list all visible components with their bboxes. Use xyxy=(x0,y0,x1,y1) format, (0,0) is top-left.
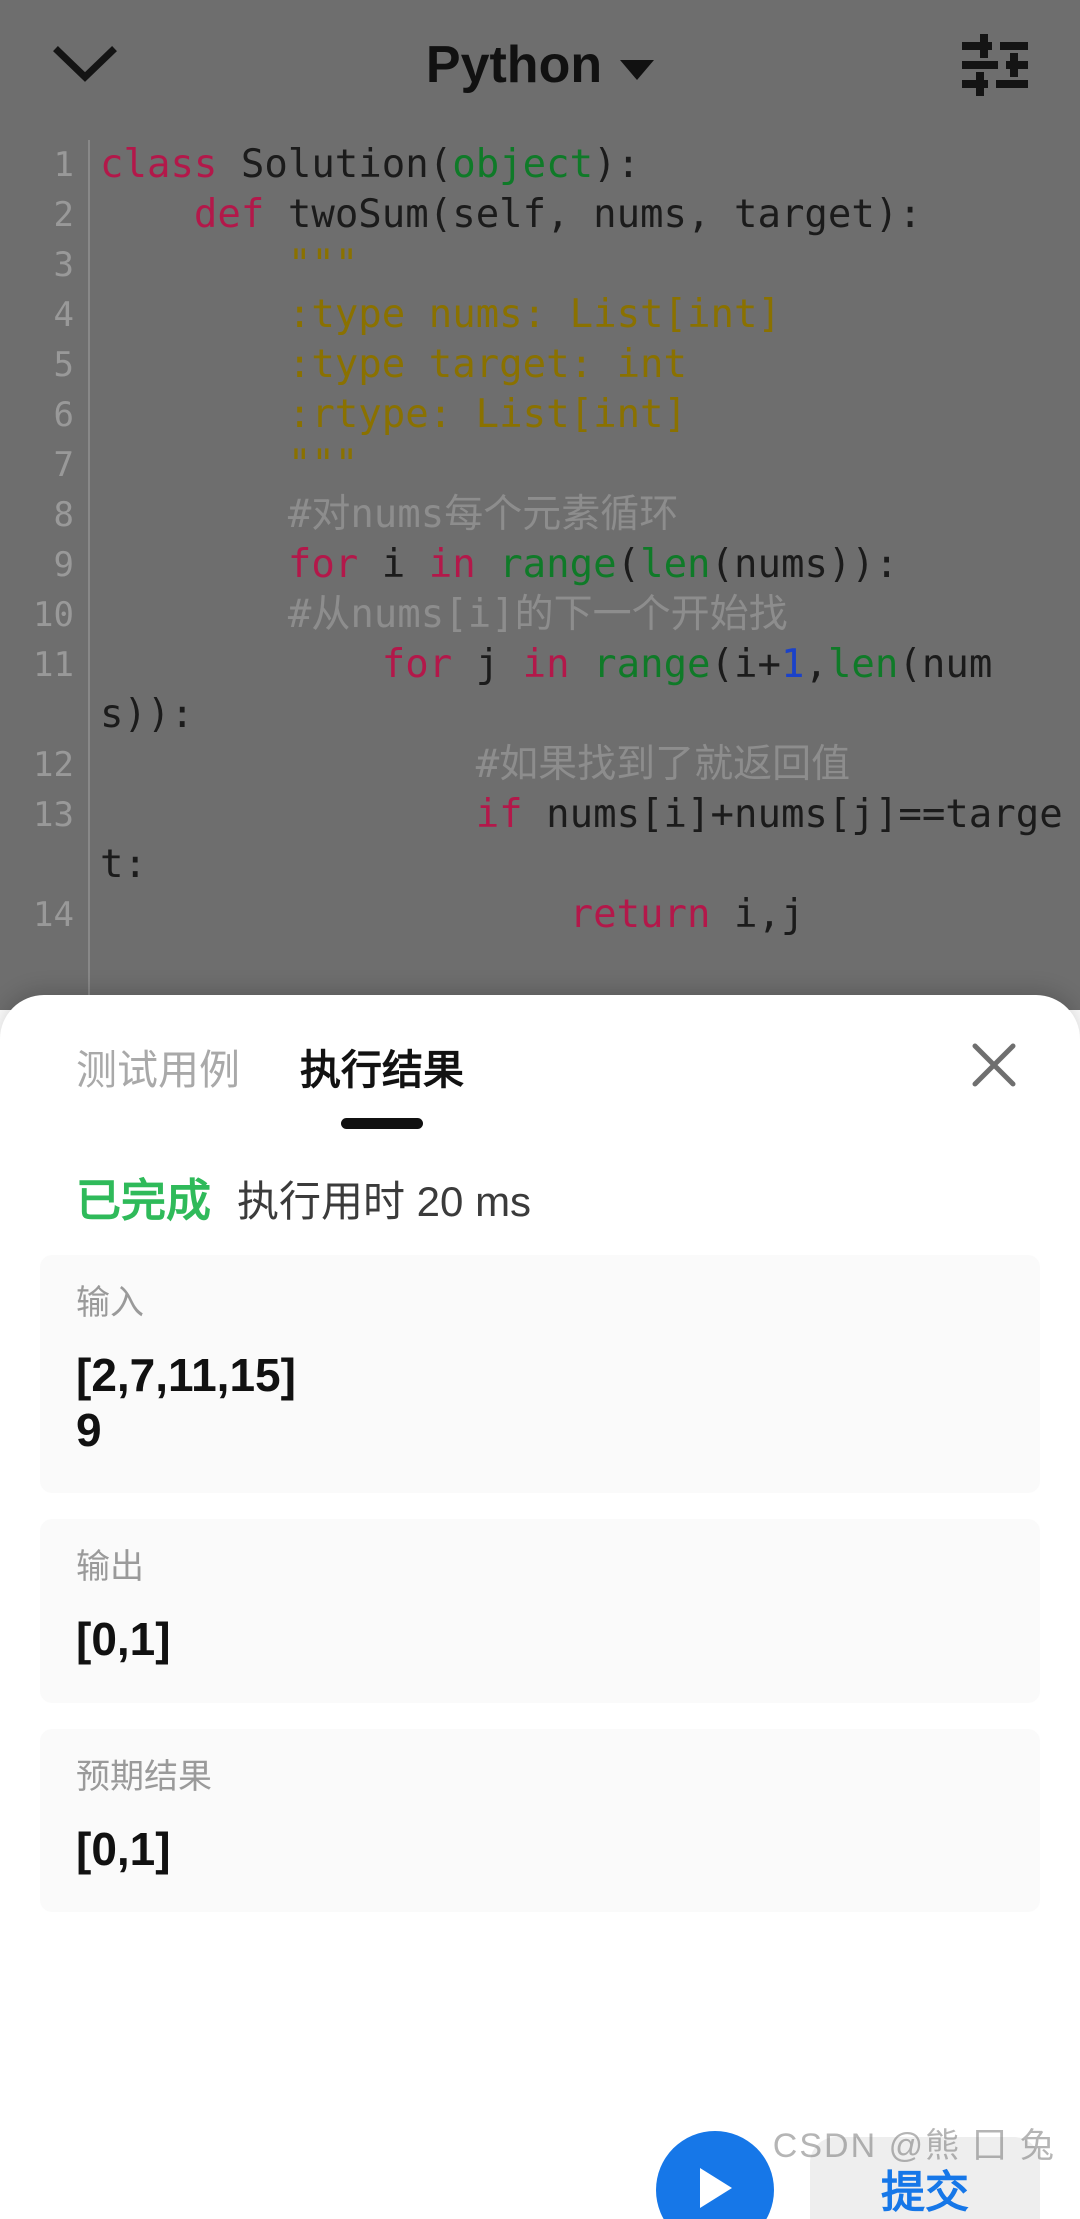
code-line: 5 :type target: int xyxy=(0,340,1080,390)
output-card-value: [0,1] xyxy=(76,1613,171,1666)
expected-card-label: 预期结果 xyxy=(76,1757,212,1796)
tab-run-result[interactable]: 执行结果 xyxy=(300,1044,464,1129)
code-line-text: """ xyxy=(100,442,359,487)
input-card: 输入 [2,7,11,15] 9 xyxy=(40,1255,1040,1493)
tab-run-result-label: 执行结果 xyxy=(300,1047,464,1093)
language-selector[interactable]: Python xyxy=(170,0,910,130)
output-card-label: 输出 xyxy=(76,1547,144,1586)
code-line-text: """ xyxy=(100,242,359,287)
submit-button-label: 提交 xyxy=(881,2168,969,2217)
line-number: 10 xyxy=(33,595,74,635)
code-editor-backdrop: Python 1 class Solution(object): 2 def t… xyxy=(0,0,1080,1010)
line-number: 1 xyxy=(53,145,74,185)
execution-status-row: 已完成 执行用时 20 ms xyxy=(0,1140,1080,1223)
line-number: 11 xyxy=(33,645,74,685)
code-line: 9 for i in range(len(nums)): xyxy=(0,540,1080,590)
play-icon xyxy=(692,2163,738,2218)
collapse-button[interactable] xyxy=(0,0,170,130)
status-badge: 已完成 xyxy=(76,1175,212,1226)
tune-sliders-icon xyxy=(960,32,1030,98)
editor-settings-button[interactable] xyxy=(910,0,1080,130)
code-line: 13 if nums[i]+nums[j]==target: xyxy=(0,790,1080,890)
code-line: 1 class Solution(object): xyxy=(0,140,1080,190)
line-number: 6 xyxy=(53,395,74,435)
result-bottom-sheet: 测试用例 执行结果 已完成 执行用时 20 ms 输入 [2,7,11,15] … xyxy=(0,995,1080,2219)
line-number: 14 xyxy=(33,895,74,935)
line-number: 2 xyxy=(53,195,74,235)
code-line-text: #对nums每个元素循环 xyxy=(100,492,679,537)
active-tab-indicator xyxy=(341,1118,423,1129)
line-number: 12 xyxy=(33,745,74,785)
leetcode-mobile-screen: Python 1 class Solution(object): 2 def t… xyxy=(0,0,1080,2219)
code-line: 10 #从nums[i]的下一个开始找 xyxy=(0,590,1080,640)
line-number: 8 xyxy=(53,495,74,535)
chevron-down-icon xyxy=(52,45,118,85)
code-line: 4 :type nums: List[int] xyxy=(0,290,1080,340)
code-line-text: :type target: int xyxy=(100,342,688,387)
tab-testcases[interactable]: 测试用例 xyxy=(76,1044,240,1091)
line-number: 7 xyxy=(53,445,74,485)
code-line: 14 return i,j xyxy=(0,890,1080,940)
output-card: 输出 [0,1] xyxy=(40,1518,1040,1703)
expected-card-value: [0,1] xyxy=(76,1822,171,1875)
runtime-label: 执行用时 20 ms xyxy=(237,1178,532,1225)
line-number: 3 xyxy=(53,245,74,285)
code-line: 7 """ xyxy=(0,440,1080,490)
code-line: 3 """ xyxy=(0,240,1080,290)
code-line-text: #如果找到了就返回值 xyxy=(100,742,851,787)
code-line-text: class Solution(object): xyxy=(100,142,641,187)
result-cards: 输入 [2,7,11,15] 9 输出 [0,1] 预期结果 [0,1] xyxy=(0,1223,1080,1913)
sheet-tab-bar: 测试用例 执行结果 xyxy=(0,995,1080,1140)
code-line: 12 #如果找到了就返回值 xyxy=(0,740,1080,790)
input-card-label: 输入 xyxy=(76,1284,144,1322)
code-line-text: return i,j xyxy=(569,892,805,937)
code-line-text: for j in range(i+1,len(nums)): xyxy=(100,642,993,737)
code-line-text: :type nums: List[int] xyxy=(100,292,781,337)
run-button[interactable] xyxy=(656,2131,774,2219)
code-line-text: if nums[i]+nums[j]==target: xyxy=(100,792,1063,887)
line-number: 13 xyxy=(33,795,74,835)
code-line: 11 for j in range(i+1,len(nums)): xyxy=(0,640,1080,740)
action-bar: 提交 xyxy=(0,2069,1080,2219)
submit-button[interactable]: 提交 xyxy=(810,2137,1040,2219)
expected-card: 预期结果 [0,1] xyxy=(40,1728,1040,1913)
close-sheet-button[interactable] xyxy=(954,1028,1034,1108)
line-number: 9 xyxy=(53,545,74,585)
code-line: 8 #对nums每个元素循环 xyxy=(0,490,1080,540)
line-number: 4 xyxy=(53,295,74,335)
line-number: 5 xyxy=(53,345,74,385)
code-area[interactable]: 1 class Solution(object): 2 def twoSum(se… xyxy=(0,140,1080,1010)
input-card-value: [2,7,11,15] 9 xyxy=(76,1349,296,1456)
code-line: 2 def twoSum(self, nums, target): xyxy=(0,190,1080,240)
language-label: Python xyxy=(425,36,603,94)
code-line: 6 :rtype: List[int] xyxy=(0,390,1080,440)
close-icon xyxy=(967,1038,1021,1097)
code-line-text: def twoSum(self, nums, target): xyxy=(193,192,922,237)
caret-down-icon xyxy=(620,60,655,80)
code-line-text: for i in range(len(nums)): xyxy=(287,542,899,587)
top-bar: Python xyxy=(0,0,1080,130)
code-line-text: #从nums[i]的下一个开始找 xyxy=(100,592,788,637)
code-line-text: :rtype: List[int] xyxy=(100,392,688,437)
